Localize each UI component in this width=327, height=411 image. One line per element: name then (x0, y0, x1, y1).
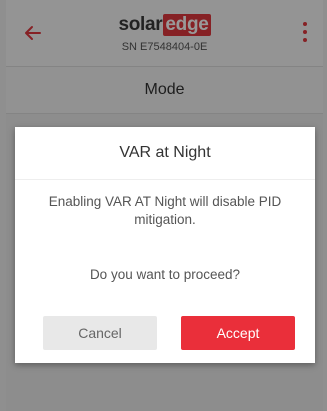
cancel-button[interactable]: Cancel (43, 316, 157, 350)
dialog-title: VAR at Night (15, 127, 315, 180)
confirm-dialog: VAR at Night Enabling VAR AT Night will … (15, 127, 315, 363)
accept-button[interactable]: Accept (181, 316, 295, 350)
dialog-question: Do you want to proceed? (89, 267, 241, 282)
app-screen: solar edge SN E7548404-0E Mode VAR at Nig… (6, 0, 323, 411)
dialog-message: Enabling VAR AT Night will disable PID m… (48, 194, 282, 227)
